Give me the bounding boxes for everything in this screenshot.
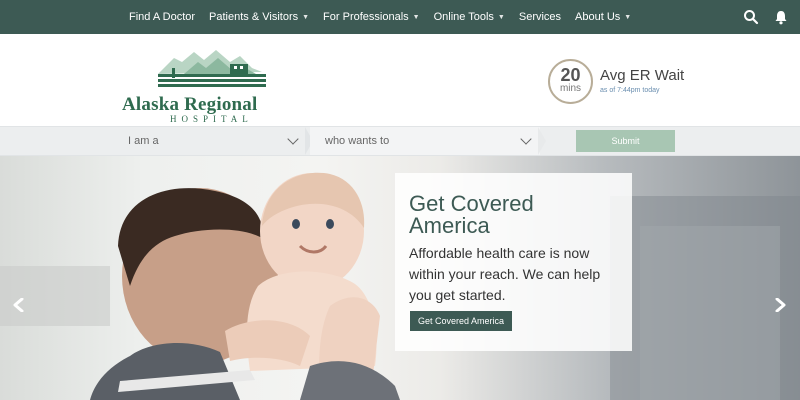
who-wants-to-dropdown[interactable]: who wants to	[310, 127, 540, 155]
er-wait-widget[interactable]: 20 mins Avg ER Wait as of 7:44pm today	[548, 59, 698, 105]
chevron-down-icon	[520, 133, 532, 145]
mountain-logo-icon	[158, 50, 266, 87]
logo-name: Alaska Regional	[122, 94, 258, 115]
site-header: Alaska Regional HOSPITAL 20 mins Avg ER …	[0, 34, 800, 126]
nav-for-professionals[interactable]: For Professionals ▼	[323, 11, 420, 23]
bell-icon[interactable]	[773, 9, 789, 25]
audience-selector-bar: I am a who wants to Submit	[0, 126, 800, 156]
nav-find-a-doctor[interactable]: Find A Doctor	[129, 11, 195, 23]
previous-slide-icon[interactable]	[12, 298, 26, 312]
nav-services[interactable]: Services	[519, 11, 561, 23]
er-wait-title: Avg ER Wait	[600, 67, 685, 84]
nav-online-tools[interactable]: Online Tools ▼	[434, 11, 505, 23]
nav-label: Find A Doctor	[129, 11, 196, 23]
top-nav: Find A Doctor Patients & Visitors ▼ For P…	[0, 0, 800, 34]
submit-button[interactable]: Submit	[576, 130, 675, 152]
hero-carousel: Get Covered America Affordable health ca…	[0, 156, 800, 400]
caret-down-icon: ▼	[412, 13, 420, 21]
er-wait-minutes: 20	[560, 65, 581, 85]
er-wait-timestamp: as of 7:44pm today	[600, 87, 660, 94]
i-am-a-label: I am a	[128, 135, 159, 147]
hero-description: Affordable health care is now within you…	[409, 245, 601, 303]
who-wants-to-label: who wants to	[325, 135, 390, 147]
nav-label: Patients & Visitors	[209, 11, 299, 23]
next-slide-icon[interactable]	[773, 298, 787, 312]
nav-patients-visitors[interactable]: Patients & Visitors ▼	[209, 11, 309, 23]
er-wait-circle: 20 mins	[548, 59, 593, 104]
divider-arrow	[538, 127, 546, 155]
hero-promo-card: Get Covered America Affordable health ca…	[395, 173, 632, 351]
caret-down-icon: ▼	[302, 13, 310, 21]
caret-down-icon: ▼	[624, 13, 632, 21]
nav-menu: Find A Doctor Patients & Visitors ▼ For P…	[122, 0, 638, 34]
er-wait-unit: mins	[559, 83, 582, 94]
caret-down-icon: ▼	[497, 13, 505, 21]
i-am-a-dropdown[interactable]: I am a	[0, 127, 310, 155]
chevron-down-icon	[287, 133, 299, 145]
search-icon[interactable]	[743, 9, 759, 25]
nav-about-us[interactable]: About Us ▼	[575, 11, 631, 23]
logo-subtitle: HOSPITAL	[170, 114, 253, 124]
nav-label: For Professionals	[323, 11, 409, 23]
nav-label: Services	[518, 11, 562, 23]
hospital-logo[interactable]: Alaska Regional HOSPITAL	[122, 44, 302, 124]
nav-label: About Us	[575, 11, 621, 23]
nav-label: Online Tools	[433, 11, 494, 23]
hero-title: Get Covered America	[409, 191, 534, 238]
get-covered-button[interactable]: Get Covered America	[410, 311, 513, 331]
